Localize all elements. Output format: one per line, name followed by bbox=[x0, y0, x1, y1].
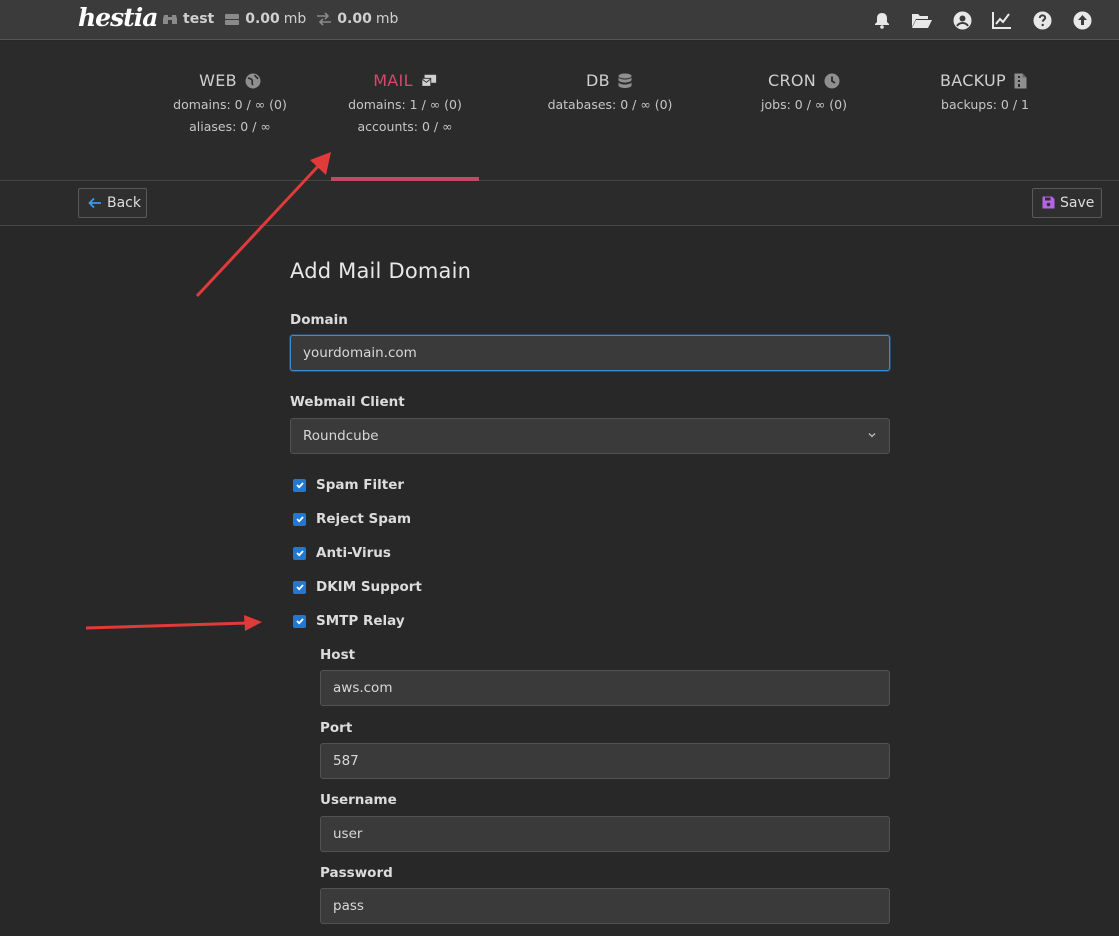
upload-icon[interactable] bbox=[1071, 9, 1093, 31]
bell-icon[interactable] bbox=[871, 9, 893, 31]
checkbox-checked-icon bbox=[293, 580, 306, 594]
exchange-icon bbox=[316, 11, 332, 27]
domain-label: Domain bbox=[290, 312, 348, 328]
panel-web-stat-aliases: aliases: 0 / ∞ bbox=[189, 119, 271, 134]
panel-web[interactable]: WEB domains: 0 / ∞ (0) aliases: 0 / ∞ bbox=[130, 41, 330, 181]
arrow-to-smtp-relay bbox=[85, 615, 262, 631]
panel-db-title: DB bbox=[586, 71, 610, 90]
save-icon bbox=[1042, 196, 1055, 210]
smtp-relay-checkbox[interactable]: SMTP Relay bbox=[293, 613, 405, 629]
bandwidth-usage: 0.00 bbox=[337, 11, 372, 27]
hestia-logo[interactable]: hestia bbox=[78, 3, 158, 32]
panel-backup-title: BACKUP bbox=[939, 71, 1007, 90]
panel-db-stat-databases: databases: 0 / ∞ (0) bbox=[547, 97, 673, 112]
panel-mail-stat-accounts: accounts: 0 / ∞ bbox=[357, 119, 453, 134]
save-button[interactable]: Save bbox=[1032, 188, 1102, 218]
panel-web-stat-domains: domains: 0 / ∞ (0) bbox=[173, 97, 287, 112]
panel-mail[interactable]: MAIL domains: 1 / ∞ (0) accounts: 0 / ∞ bbox=[331, 41, 479, 181]
binoculars-icon bbox=[162, 11, 178, 27]
webmail-client-value: Roundcube bbox=[303, 428, 379, 444]
dkim-support-label: DKIM Support bbox=[316, 579, 422, 595]
checkbox-checked-icon bbox=[293, 614, 306, 628]
checkbox-checked-icon bbox=[293, 478, 306, 492]
relay-password-input[interactable] bbox=[320, 888, 890, 924]
panel-mail-stat-domains: domains: 1 / ∞ (0) bbox=[348, 97, 462, 112]
top-stats: test 0.00 mb 0.00 mb bbox=[162, 11, 398, 27]
chart-line-icon[interactable] bbox=[991, 9, 1013, 31]
user-circle-icon[interactable] bbox=[951, 9, 973, 31]
reject-spam-checkbox[interactable]: Reject Spam bbox=[293, 511, 411, 527]
save-button-label: Save bbox=[1060, 195, 1095, 211]
relay-host-input[interactable] bbox=[320, 670, 890, 706]
globe-icon bbox=[245, 73, 261, 89]
anti-virus-label: Anti-Virus bbox=[316, 545, 391, 561]
reject-spam-label: Reject Spam bbox=[316, 511, 412, 527]
panel-cron-stat-jobs: jobs: 0 / ∞ (0) bbox=[761, 97, 847, 112]
database-icon bbox=[618, 73, 634, 89]
page-title: Add Mail Domain bbox=[290, 259, 472, 283]
relay-username-input[interactable] bbox=[320, 816, 890, 852]
disk-usage: 0.00 bbox=[245, 11, 280, 27]
arrow-left-icon bbox=[88, 196, 102, 210]
back-button-label: Back bbox=[107, 195, 141, 211]
toolbar: Back Save bbox=[0, 182, 1119, 226]
clock-icon bbox=[824, 73, 840, 89]
hdd-icon bbox=[224, 11, 240, 27]
panel-cron-title: CRON bbox=[767, 71, 817, 90]
relay-username-label: Username bbox=[320, 792, 397, 808]
disk-unit: mb bbox=[283, 11, 307, 27]
webmail-client-label: Webmail Client bbox=[290, 394, 405, 410]
relay-host-label: Host bbox=[320, 647, 356, 663]
panel-db[interactable]: DB databases: 0 / ∞ (0) bbox=[510, 41, 710, 181]
file-archive-icon bbox=[1014, 73, 1030, 89]
user-name: test bbox=[183, 11, 215, 27]
panel-mail-title: MAIL bbox=[373, 71, 413, 90]
panel-backup[interactable]: BACKUP backups: 0 / 1 bbox=[885, 41, 1085, 181]
domain-input[interactable] bbox=[290, 335, 890, 371]
back-button[interactable]: Back bbox=[78, 188, 147, 218]
relay-port-label: Port bbox=[320, 720, 353, 736]
panel-nav: WEB domains: 0 / ∞ (0) aliases: 0 / ∞ MA… bbox=[0, 41, 1119, 181]
chevron-down-icon bbox=[867, 428, 877, 444]
top-bar: hestia test 0.00 mb 0.00 mb bbox=[0, 0, 1119, 40]
spam-filter-checkbox[interactable]: Spam Filter bbox=[293, 477, 404, 493]
panel-web-title: WEB bbox=[199, 71, 237, 90]
panel-backup-stat-backups: backups: 0 / 1 bbox=[941, 97, 1029, 112]
relay-port-input[interactable] bbox=[320, 743, 890, 779]
relay-password-label: Password bbox=[320, 865, 393, 881]
smtp-relay-label: SMTP Relay bbox=[316, 613, 405, 629]
panel-cron[interactable]: CRON jobs: 0 / ∞ (0) bbox=[704, 41, 904, 181]
checkbox-checked-icon bbox=[293, 546, 306, 560]
anti-virus-checkbox[interactable]: Anti-Virus bbox=[293, 545, 391, 561]
spam-filter-label: Spam Filter bbox=[316, 477, 405, 493]
mail-bulk-icon bbox=[421, 73, 437, 89]
checkbox-checked-icon bbox=[293, 512, 306, 526]
bandwidth-unit: mb bbox=[375, 11, 399, 27]
webmail-client-select[interactable]: Roundcube bbox=[290, 418, 890, 454]
help-icon[interactable] bbox=[1031, 9, 1053, 31]
folder-open-icon[interactable] bbox=[911, 9, 933, 31]
dkim-support-checkbox[interactable]: DKIM Support bbox=[293, 579, 422, 595]
